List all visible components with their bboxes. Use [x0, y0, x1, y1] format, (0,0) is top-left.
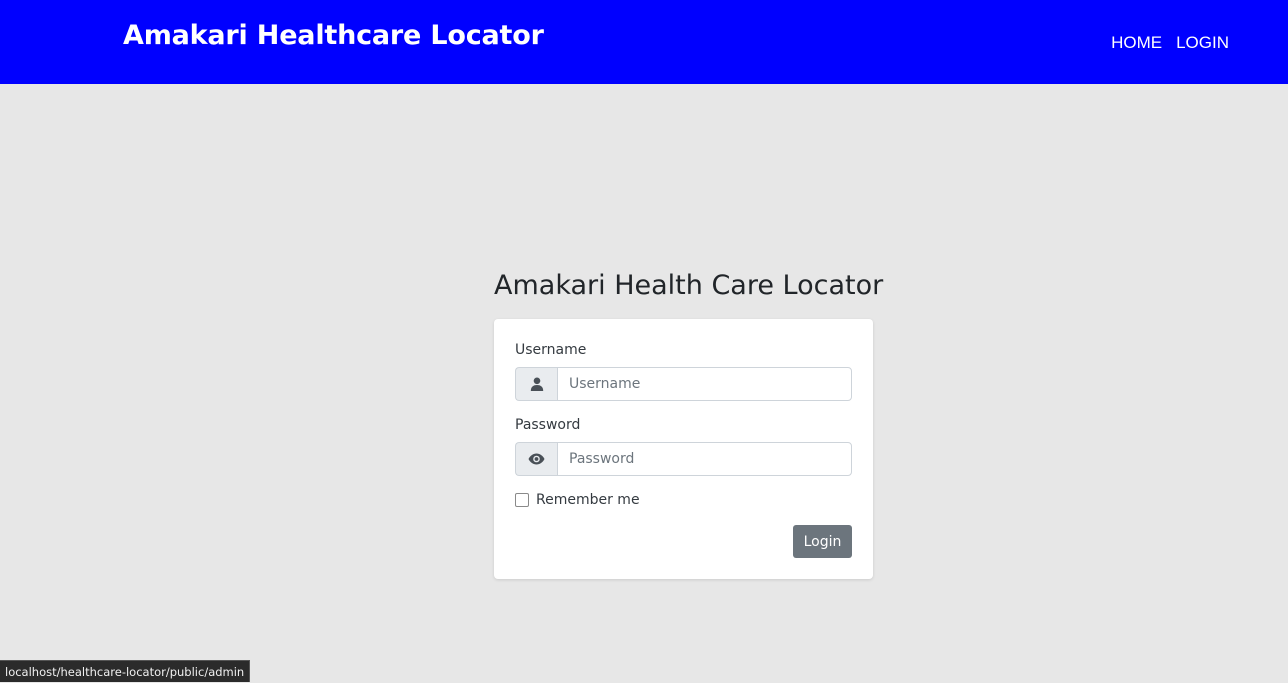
login-card: Username Password Remember me Login	[494, 319, 873, 579]
remember-me-checkbox[interactable]	[515, 493, 529, 507]
eye-icon[interactable]	[515, 442, 557, 476]
status-bar-url: localhost/healthcare-locator/public/admi…	[0, 660, 250, 682]
remember-me-label[interactable]: Remember me	[536, 492, 640, 508]
login-button[interactable]: Login	[793, 525, 852, 558]
top-navbar: Amakari Healthcare Locator HOME LOGIN	[0, 0, 1288, 84]
username-input-group	[515, 367, 852, 401]
nav-links: HOME LOGIN	[1111, 33, 1229, 53]
password-input-group	[515, 442, 852, 476]
remember-me-row: Remember me	[515, 492, 640, 508]
password-input[interactable]	[557, 442, 852, 476]
user-icon	[515, 367, 557, 401]
login-page-title: Amakari Health Care Locator	[494, 270, 873, 301]
password-label: Password	[515, 417, 580, 433]
nav-link-home[interactable]: HOME	[1111, 33, 1162, 53]
username-label: Username	[515, 342, 586, 358]
nav-link-login[interactable]: LOGIN	[1176, 33, 1229, 53]
brand-title[interactable]: Amakari Healthcare Locator	[123, 20, 544, 51]
username-input[interactable]	[557, 367, 852, 401]
